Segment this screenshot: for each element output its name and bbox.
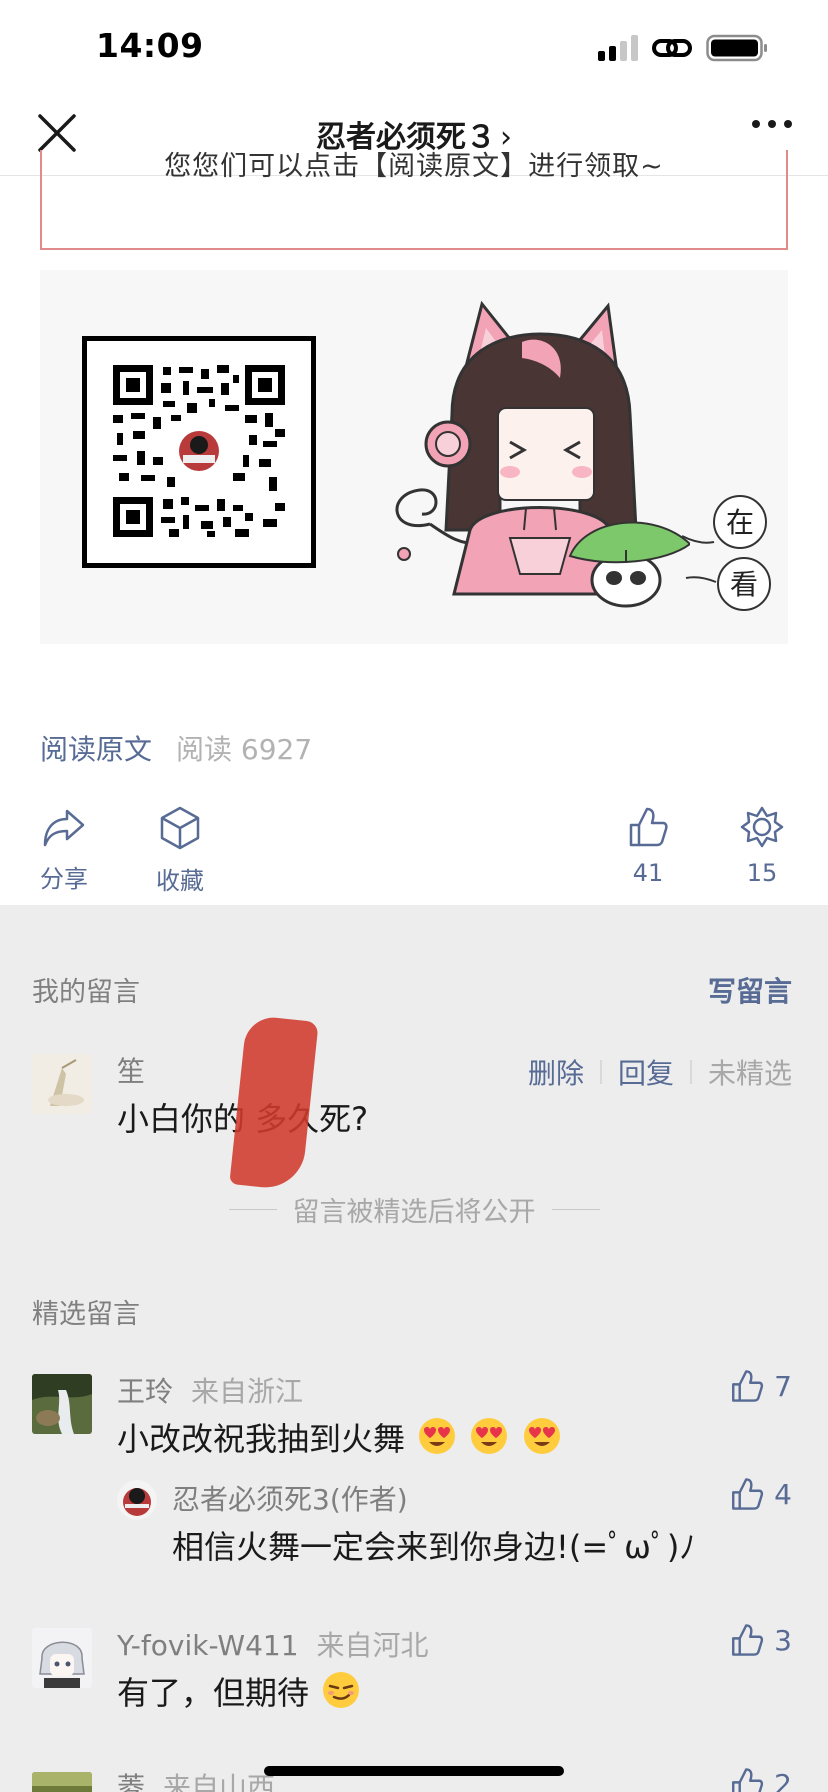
article-banner-image: 在 看: [40, 270, 788, 644]
comment-like-button[interactable]: 3: [730, 1622, 792, 1658]
thumbs-up-icon: [732, 1478, 764, 1510]
commenter-row: Y-fovik-W411 来自河北: [117, 1624, 429, 1664]
commenter-row: 王玲 来自浙江: [117, 1370, 303, 1410]
comment-like-button[interactable]: 7: [730, 1368, 792, 1404]
commenter-name: Y-fovik-W411: [117, 1629, 299, 1662]
divider: [689, 1060, 692, 1084]
signal-icon: [598, 35, 638, 61]
commenter-name: 笙: [117, 1055, 146, 1088]
zaikan-sticker: 在 看: [681, 495, 771, 611]
more-icon[interactable]: [752, 120, 792, 128]
featured-status: 未精选: [707, 1057, 792, 1090]
zaikan-char-2: 看: [730, 568, 758, 601]
comment-like-count: 7: [774, 1369, 792, 1403]
commenter-name: 王玲: [117, 1375, 174, 1408]
thumbs-up-icon: [732, 1370, 764, 1402]
read-original-link[interactable]: 阅读原文: [40, 728, 152, 768]
status-icons: [598, 34, 768, 62]
public-tip: 留言被精选后将公开: [0, 1190, 828, 1229]
commenter-location: 来自山西: [163, 1771, 276, 1792]
link-icon: [652, 39, 692, 57]
home-indicator[interactable]: [264, 1766, 564, 1776]
avatar: [32, 1772, 92, 1792]
avatar: [32, 1054, 92, 1114]
wow-button[interactable]: 15: [722, 805, 802, 887]
zaikan-char-1: 在: [726, 506, 754, 539]
like-button[interactable]: 41: [608, 805, 688, 887]
commenter-location: 来自浙江: [191, 1375, 304, 1408]
author-avatar: [117, 1480, 157, 1520]
author-reply-text: 相信火舞一定会来到你身边!(=ﾟωﾟ)ﾉ: [172, 1528, 696, 1566]
author-name: 忍者必须死3(作者): [172, 1483, 408, 1516]
comment-like-count: 3: [774, 1623, 792, 1657]
cube-icon: [160, 806, 200, 850]
delete-button[interactable]: 删除: [528, 1052, 584, 1092]
like-count: 41: [632, 859, 664, 887]
public-tip-text: 留言被精选后将公开: [292, 1197, 536, 1228]
my-comments-heading: 我的留言: [32, 977, 140, 1008]
comment-like-button[interactable]: 2: [730, 1766, 792, 1792]
read-row: 阅读原文 阅读 6927: [40, 728, 312, 768]
commenter-location: 来自河北: [316, 1629, 429, 1662]
heart-eyes-emoji-icon: [419, 1418, 456, 1454]
reply-like-count: 4: [774, 1477, 792, 1511]
smirk-emoji-icon: [323, 1672, 360, 1708]
comment-text-row: 有了，但期待: [117, 1668, 361, 1714]
thumbs-up-icon: [732, 1768, 764, 1792]
heart-eyes-emoji-icon: [471, 1418, 508, 1454]
commenter-name: 菱: [117, 1771, 146, 1792]
read-count: 阅读 6927: [176, 733, 313, 766]
comment-like-count: 2: [774, 1767, 792, 1792]
commenter-row: 菱来自山西: [117, 1766, 275, 1792]
heart-eyes-emoji-icon: [523, 1418, 560, 1454]
comment-text-row: 小改改祝我抽到火舞: [117, 1414, 562, 1460]
share-label: 分享: [40, 865, 88, 893]
reply-like-button[interactable]: 4: [730, 1476, 792, 1512]
avatar: [32, 1374, 92, 1434]
favorite-button[interactable]: 收藏: [140, 805, 220, 896]
avatar: [32, 1628, 92, 1688]
featured-heading: 精选留言: [32, 1299, 140, 1330]
write-comment-button[interactable]: 写留言: [708, 970, 792, 1010]
redaction-mark: [229, 1014, 319, 1192]
comment-text: 有了，但期待: [117, 1674, 310, 1712]
favorite-label: 收藏: [156, 867, 204, 895]
qr-code: [82, 336, 316, 568]
status-time: 14:09: [96, 26, 204, 65]
qr-code-icon: [113, 365, 285, 537]
reply-button[interactable]: 回复: [618, 1052, 674, 1092]
notice-text: 您您们可以点击【阅读原文】进行领取~: [164, 151, 664, 182]
flower-icon: [740, 806, 784, 848]
share-button[interactable]: 分享: [24, 805, 104, 894]
notice-box: 您您们可以点击【阅读原文】进行领取~: [40, 150, 788, 250]
mascot-illustration: [395, 300, 690, 608]
thumbs-up-icon: [629, 807, 668, 847]
battery-icon: [706, 34, 767, 62]
thumbs-up-icon: [732, 1624, 764, 1656]
divider: [599, 1060, 602, 1084]
comment-text: 小改改祝我抽到火舞: [117, 1420, 406, 1458]
my-comment-actions: 删除 回复 未精选: [528, 1052, 792, 1092]
share-icon: [43, 809, 85, 847]
wow-count: 15: [746, 859, 778, 887]
